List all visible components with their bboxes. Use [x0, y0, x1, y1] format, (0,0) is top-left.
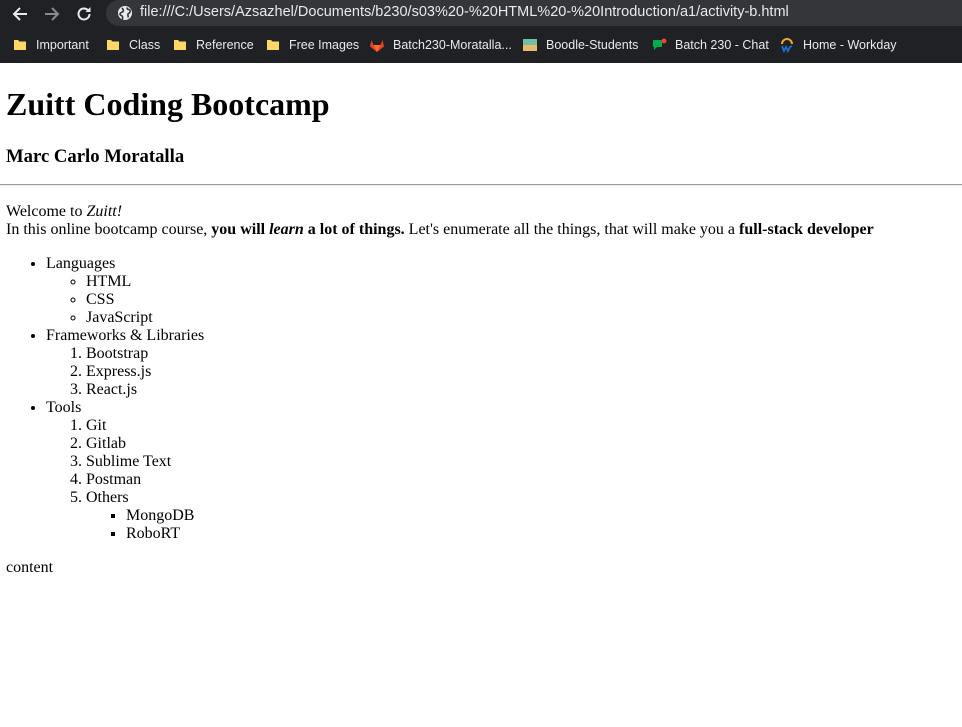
bookmark-label: Batch 230 - Chat — [675, 38, 769, 52]
browser-chrome: file:///C:/Users/Azsazhel/Documents/b230… — [0, 0, 962, 63]
bookmark-label: Batch230-Moratalla... — [393, 38, 512, 52]
bookmark-label: Important — [36, 38, 89, 52]
list-item: Express.js — [86, 363, 204, 381]
address-bar[interactable]: file:///C:/Users/Azsazhel/Documents/b230… — [106, 0, 962, 26]
list-item-languages: Languages HTML CSS JavaScript — [46, 255, 204, 327]
list-item: Git — [86, 417, 204, 435]
list-item-label: Languages — [46, 255, 116, 272]
list-item: MongoDB — [126, 507, 204, 525]
intro-bold-italic: learn — [269, 221, 304, 238]
list-item: RoboRT — [126, 525, 204, 543]
list-item: Bootstrap — [86, 345, 204, 363]
list-item: HTML — [86, 273, 204, 291]
page-title: Zuitt Coding Bootcamp — [6, 86, 330, 122]
gitlab-icon — [370, 40, 384, 52]
bookmark-important[interactable]: Important — [12, 34, 89, 56]
list-item-label: Tools — [46, 399, 82, 416]
list-item: Sublime Text — [86, 453, 204, 471]
list-item: React.js — [86, 381, 204, 399]
list-item: CSS — [86, 291, 204, 309]
topics-list: Languages HTML CSS JavaScript Frameworks… — [6, 255, 204, 543]
author-name: Marc Carlo Moratalla — [6, 146, 185, 167]
chat-icon — [653, 38, 667, 50]
bookmark-chat[interactable]: Batch 230 - Chat — [651, 34, 769, 56]
folder-icon — [107, 40, 119, 50]
horizontal-rule — [0, 184, 962, 186]
list-item-tools: Tools Git Gitlab Sublime Text Postman Ot… — [46, 399, 204, 543]
bookmarks-bar: Important Class Reference Free Images Ba… — [0, 31, 962, 59]
intro-bold-1: you will — [211, 221, 270, 238]
topics-list-wrapper: Languages HTML CSS JavaScript Frameworks… — [6, 255, 204, 543]
reload-button[interactable] — [72, 2, 96, 26]
welcome-prefix: Welcome to — [6, 203, 87, 220]
bookmark-label: Boodle-Students — [546, 38, 639, 52]
back-arrow-icon — [12, 7, 27, 21]
tools-list: Git Gitlab Sublime Text Postman Others M… — [46, 417, 204, 543]
globe-icon — [118, 6, 132, 21]
reload-icon — [77, 7, 91, 21]
others-list: MongoDB RoboRT — [86, 507, 204, 543]
list-item-frameworks: Frameworks & Libraries Bootstrap Express… — [46, 327, 204, 399]
bookmark-label: Class — [129, 38, 161, 52]
navigation-bar: file:///C:/Users/Azsazhel/Documents/b230… — [0, 0, 962, 27]
bookmark-free-images[interactable]: Free Images — [265, 34, 359, 56]
url-text: file:///C:/Users/Azsazhel/Documents/b230… — [140, 4, 789, 20]
intro-text-2: Let's enumerate all the things, that wil… — [404, 221, 740, 238]
bookmark-gitlab[interactable]: Batch230-Moratalla... — [369, 34, 512, 56]
frameworks-list: Bootstrap Express.js React.js — [46, 345, 204, 399]
bookmark-boodle[interactable]: Boodle-Students — [522, 34, 638, 56]
boodle-icon — [523, 39, 537, 51]
languages-list: HTML CSS JavaScript — [46, 273, 204, 327]
intro-bold-2: a lot of things. — [303, 221, 405, 238]
folder-icon — [14, 40, 26, 50]
intro-text-1: In this online bootcamp course, — [6, 221, 212, 238]
list-item-label: Frameworks & Libraries — [46, 327, 205, 344]
intro-bold-3: full-stack developer — [739, 221, 874, 238]
bookmark-label: Free Images — [289, 38, 360, 52]
bookmark-class[interactable]: Class — [105, 34, 160, 56]
intro-paragraph: Welcome to Zuitt! In this online bootcam… — [6, 203, 874, 239]
workday-icon — [781, 38, 793, 53]
page-viewport: Zuitt Coding Bootcamp Marc Carlo Moratal… — [0, 63, 962, 727]
list-item-others: Others MongoDB RoboRT — [86, 489, 204, 543]
list-item: Postman — [86, 471, 204, 489]
list-item: Gitlab — [86, 435, 204, 453]
list-item: JavaScript — [86, 309, 204, 327]
forward-button[interactable] — [40, 2, 64, 26]
welcome-brand: Zuitt! — [86, 203, 123, 220]
bookmark-reference[interactable]: Reference — [172, 34, 254, 56]
forward-arrow-icon — [45, 7, 60, 21]
back-button[interactable] — [8, 2, 32, 26]
folder-icon — [267, 40, 279, 50]
folder-icon — [174, 40, 186, 50]
bookmark-label: Reference — [196, 38, 254, 52]
bookmark-label: Home - Workday — [803, 38, 897, 52]
bookmark-workday[interactable]: Home - Workday — [779, 34, 897, 56]
content-text: content — [6, 559, 54, 576]
list-item-label: Others — [86, 489, 129, 506]
